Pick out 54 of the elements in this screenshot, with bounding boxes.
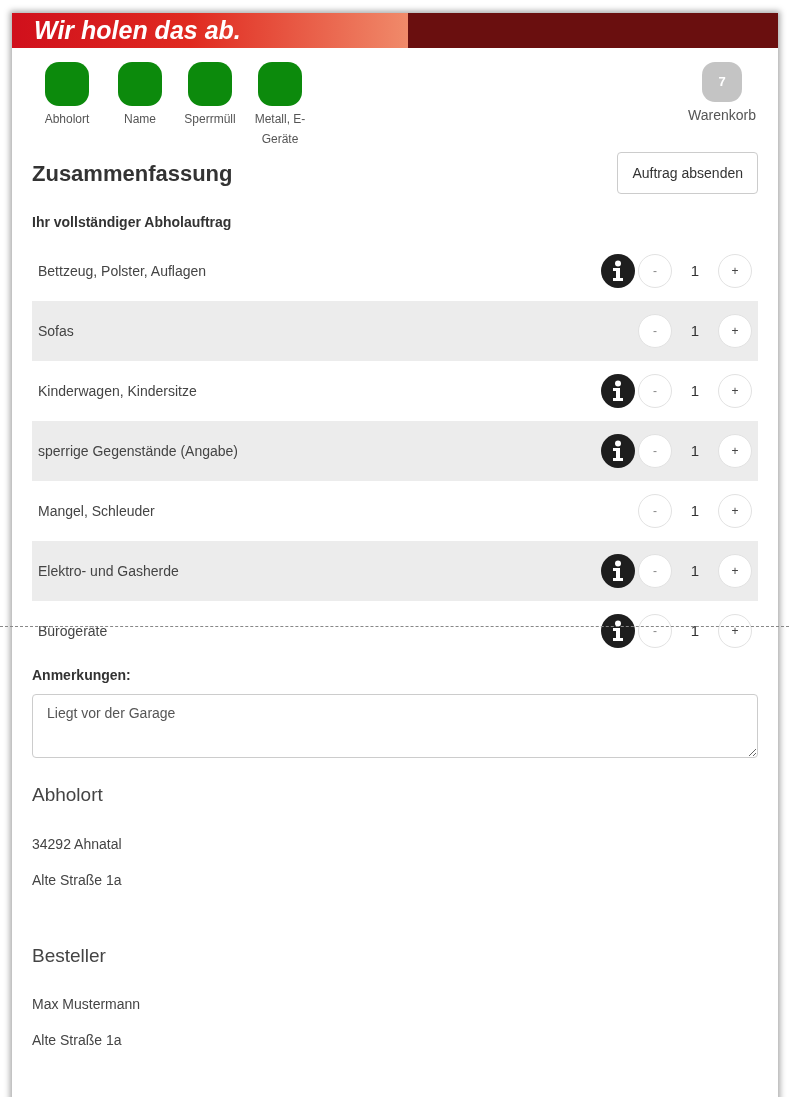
decrease-button[interactable]: - bbox=[638, 614, 672, 648]
info-icon[interactable] bbox=[601, 554, 635, 588]
info-icon[interactable] bbox=[601, 614, 635, 648]
decrease-button[interactable]: - bbox=[638, 494, 672, 528]
address-line: Max Mustermann bbox=[32, 995, 142, 1014]
step-label: Metall, E-Geräte bbox=[253, 111, 307, 148]
increase-button[interactable]: + bbox=[718, 254, 752, 288]
item-name: Mangel, Schleuder bbox=[38, 501, 156, 521]
increase-button[interactable]: + bbox=[718, 614, 752, 648]
info-icon[interactable] bbox=[601, 254, 635, 288]
increase-button[interactable]: + bbox=[718, 374, 752, 408]
summary-heading: Zusammenfassung bbox=[32, 159, 233, 188]
item-name: Kinderwagen, Kindersitze bbox=[38, 381, 198, 401]
decrease-button[interactable]: - bbox=[638, 254, 672, 288]
increase-button[interactable]: + bbox=[718, 434, 752, 468]
item-quantity: 1 bbox=[689, 320, 701, 341]
submit-order-button[interactable]: Auftrag absenden bbox=[617, 152, 758, 194]
order-subtitle: Ihr vollständiger Abholauftrag bbox=[32, 213, 233, 232]
item-name: Bürogeräte bbox=[38, 621, 109, 641]
item-name: Bettzeug, Polster, Auflagen bbox=[38, 261, 208, 281]
address-line: 34292 Ahnatal bbox=[32, 834, 123, 854]
step-indicator[interactable] bbox=[188, 62, 232, 106]
decrease-button[interactable]: - bbox=[638, 554, 672, 588]
address-line: Alte Straße 1a bbox=[32, 1031, 123, 1050]
cart-label: Warenkorb bbox=[688, 106, 756, 125]
section-heading: Besteller bbox=[32, 943, 107, 968]
address-line: Alte Straße 1a bbox=[32, 870, 123, 890]
step-indicator[interactable] bbox=[118, 62, 162, 106]
increase-button[interactable]: + bbox=[718, 314, 752, 348]
item-quantity: 1 bbox=[689, 260, 701, 281]
increase-button[interactable]: + bbox=[718, 554, 752, 588]
item-quantity: 1 bbox=[689, 620, 701, 641]
step-label: Sperrmüll bbox=[184, 111, 236, 128]
increase-button[interactable]: + bbox=[718, 494, 752, 528]
info-icon[interactable] bbox=[601, 374, 635, 408]
decrease-button[interactable]: - bbox=[638, 374, 672, 408]
decrease-button[interactable]: - bbox=[638, 434, 672, 468]
step-indicator[interactable] bbox=[258, 62, 302, 106]
item-name: sperrige Gegenstände (Angabe) bbox=[38, 441, 240, 461]
decrease-button[interactable]: - bbox=[638, 314, 672, 348]
notes-field[interactable]: Liegt vor der Garage bbox=[32, 694, 758, 758]
item-quantity: 1 bbox=[689, 500, 701, 521]
notes-label: Anmerkungen: bbox=[32, 666, 132, 685]
step-label: Name bbox=[124, 111, 156, 128]
step-label: Abholort bbox=[44, 111, 90, 128]
slogan: Wir holen das ab. bbox=[34, 18, 241, 43]
item-name: Sofas bbox=[38, 321, 75, 341]
item-name: Elektro- und Gasherde bbox=[38, 561, 180, 581]
section-heading: Abholort bbox=[32, 783, 104, 807]
item-quantity: 1 bbox=[689, 440, 701, 461]
info-icon[interactable] bbox=[601, 434, 635, 468]
step-indicator[interactable] bbox=[45, 62, 89, 106]
item-quantity: 1 bbox=[689, 560, 701, 581]
item-quantity: 1 bbox=[689, 380, 701, 401]
